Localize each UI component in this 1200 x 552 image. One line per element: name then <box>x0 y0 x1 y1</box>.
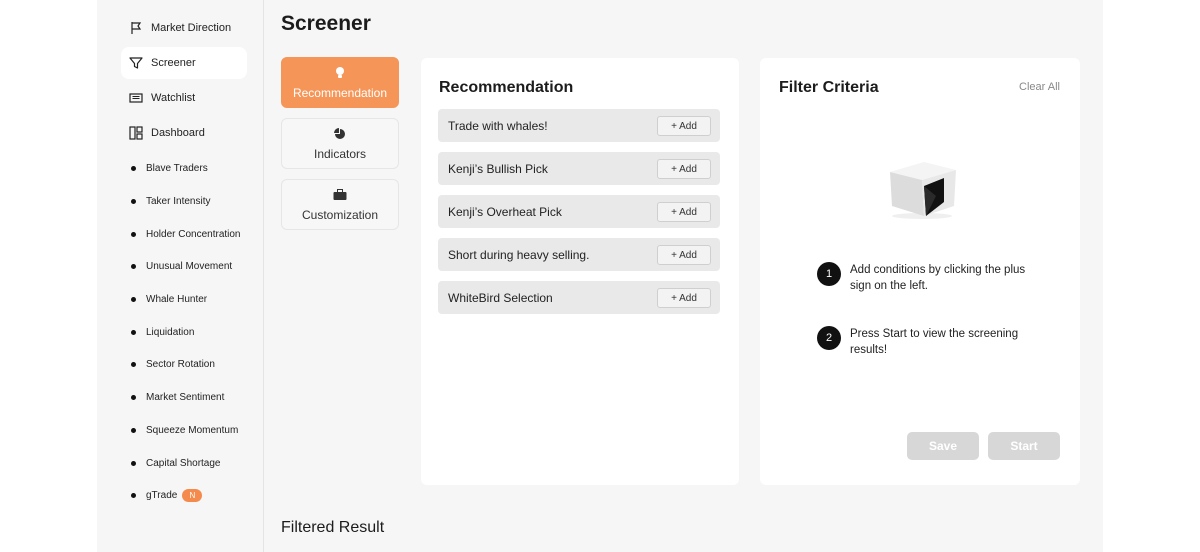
lightbulb-icon <box>334 66 346 80</box>
empty-box-icon <box>878 158 958 220</box>
bullet-dot <box>131 460 136 466</box>
add-button[interactable]: + Add <box>657 116 711 136</box>
tab-label: Recommendation <box>292 85 388 100</box>
sidebar-item-dashboard[interactable]: Dashboard <box>129 117 205 149</box>
sidebar-item-watchlist[interactable]: Watchlist <box>129 82 195 114</box>
recommendation-item: Kenji’s Bullish Pick + Add <box>438 152 720 185</box>
sidebar-item-label: Sector Rotation <box>146 358 215 370</box>
sidebar-item-label: Screener <box>151 57 196 69</box>
bullet-dot <box>131 394 136 400</box>
new-badge: N <box>182 488 203 502</box>
recommendation-title: Recommendation <box>439 79 574 96</box>
sidebar-item-label: Watchlist <box>151 92 196 104</box>
add-button[interactable]: + Add <box>657 245 711 265</box>
sidebar-item-label: Whale Hunter <box>146 293 208 305</box>
sidebar-item-taker-intensity[interactable]: Taker Intensity <box>131 191 210 211</box>
sidebar-item-market-direction[interactable]: Market Direction <box>129 12 231 44</box>
recommendation-item-label: Trade with whales! <box>448 118 548 133</box>
sidebar: Market Direction Screener Watchlist Dash… <box>97 0 264 552</box>
sidebar-item-label: Dashboard <box>151 127 205 139</box>
recommendation-item: Short during heavy selling. + Add <box>438 238 720 271</box>
sidebar-item-market-sentiment[interactable]: Market Sentiment <box>131 387 224 407</box>
recommendation-item-label: Short during heavy selling. <box>448 247 590 262</box>
filter-icon <box>129 56 143 70</box>
step-number: 1 <box>817 262 841 286</box>
sidebar-item-capital-shortage[interactable]: Capital Shortage <box>131 453 221 473</box>
sidebar-item-label: Squeeze Momentum <box>146 424 239 436</box>
sidebar-item-label: Taker Intensity <box>146 195 211 207</box>
add-button[interactable]: + Add <box>657 159 711 179</box>
step-text: Press Start to view the screening result… <box>850 328 1019 356</box>
add-button[interactable]: + Add <box>657 202 711 222</box>
bullet-dot <box>131 296 136 302</box>
recommendation-item: Trade with whales! + Add <box>438 109 720 142</box>
recommendation-item: Kenji’s Overheat Pick + Add <box>438 195 720 228</box>
tab-indicators[interactable]: Indicators <box>281 118 399 169</box>
briefcase-icon <box>333 188 347 202</box>
sidebar-item-label: Liquidation <box>146 326 195 338</box>
tab-recommendation[interactable]: Recommendation <box>281 57 399 108</box>
tab-label: Indicators <box>313 146 367 161</box>
bullet-dot <box>131 492 136 498</box>
bullet-dot <box>131 329 136 335</box>
list-icon <box>129 91 143 105</box>
recommendation-item: WhiteBird Selection + Add <box>438 281 720 314</box>
pie-chart-icon <box>334 127 346 141</box>
recommendation-item-label: Kenji’s Bullish Pick <box>448 161 548 176</box>
sidebar-item-gtrade[interactable]: gTrade N <box>131 485 203 505</box>
sidebar-item-label: Holder Concentration <box>146 228 241 240</box>
sidebar-item-label: Unusual Movement <box>146 260 233 272</box>
step-text: Add conditions by clicking the plus sign… <box>850 264 1026 292</box>
sidebar-item-screener[interactable]: Screener <box>121 47 247 79</box>
dashboard-icon <box>129 126 143 140</box>
add-button[interactable]: + Add <box>657 288 711 308</box>
sidebar-item-liquidation[interactable]: Liquidation <box>131 322 194 342</box>
sidebar-item-label: gTrade <box>146 489 178 501</box>
bullet-dot <box>131 198 136 204</box>
step-number: 2 <box>817 326 841 350</box>
sidebar-item-label: Capital Shortage <box>146 457 221 469</box>
sidebar-item-label: Blave Traders <box>146 162 208 174</box>
filter-criteria-panel: Filter Criteria Clear All 1 Add conditio… <box>760 58 1080 485</box>
bullet-dot <box>131 231 136 237</box>
recommendation-item-label: Kenji’s Overheat Pick <box>448 204 562 219</box>
sidebar-item-whale-hunter[interactable]: Whale Hunter <box>131 289 207 309</box>
flag-icon <box>129 21 143 35</box>
recommendation-item-label: WhiteBird Selection <box>448 290 553 305</box>
filtered-result-title: Filtered Result <box>281 519 385 536</box>
sidebar-item-sector-rotation[interactable]: Sector Rotation <box>131 354 215 374</box>
filter-criteria-title: Filter Criteria <box>779 79 879 96</box>
instruction-step: 1 Add conditions by clicking the plus si… <box>817 262 1030 294</box>
start-button[interactable]: Start <box>988 432 1060 460</box>
sidebar-item-squeeze-momentum[interactable]: Squeeze Momentum <box>131 420 238 440</box>
tab-label: Customization <box>301 207 379 222</box>
tab-customization[interactable]: Customization <box>281 179 399 230</box>
sidebar-item-unusual-movement[interactable]: Unusual Movement <box>131 256 232 276</box>
sidebar-item-blave-traders[interactable]: Blave Traders <box>131 158 208 178</box>
instruction-step: 2 Press Start to view the screening resu… <box>817 326 1030 358</box>
bullet-dot <box>131 263 136 269</box>
app-window: Market Direction Screener Watchlist Dash… <box>97 0 1103 552</box>
sidebar-item-label: Market Sentiment <box>146 391 225 403</box>
recommendation-panel: Recommendation Trade with whales! + Add … <box>421 58 739 485</box>
bullet-dot <box>131 361 136 367</box>
clear-all-link[interactable]: Clear All <box>1019 81 1060 93</box>
bullet-dot <box>131 165 136 171</box>
sidebar-item-holder-concentration[interactable]: Holder Concentration <box>131 224 241 244</box>
sidebar-item-label: Market Direction <box>151 22 232 34</box>
page-title: Screener <box>281 12 371 35</box>
bullet-dot <box>131 427 136 433</box>
save-button[interactable]: Save <box>907 432 979 460</box>
